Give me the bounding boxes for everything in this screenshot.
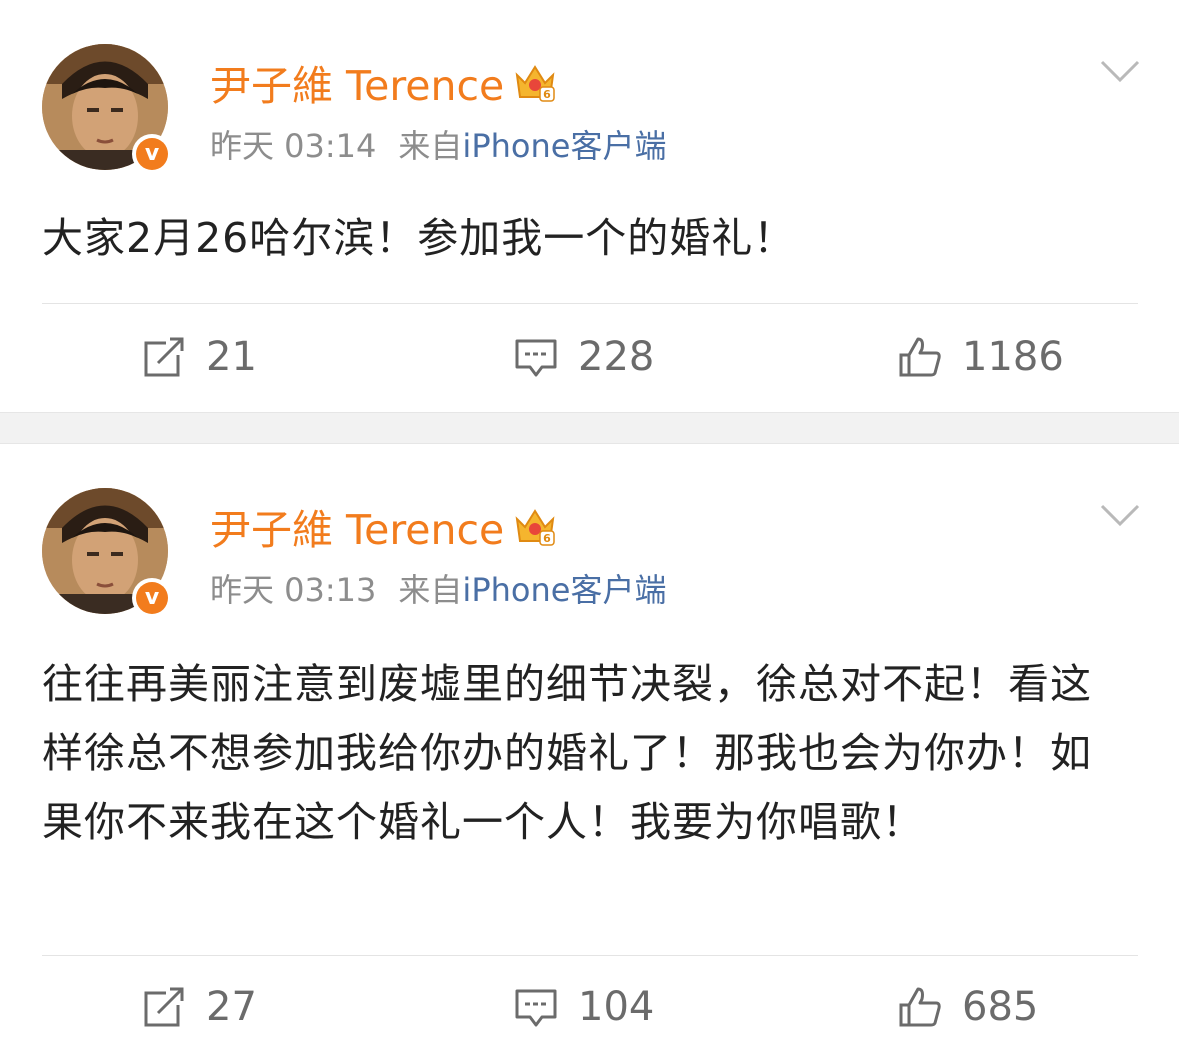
vip-crown-level-6-icon: 6: [515, 65, 556, 102]
avatar[interactable]: v: [42, 488, 172, 618]
comment-button[interactable]: 228: [514, 322, 654, 392]
source-link[interactable]: iPhone客户端: [462, 565, 666, 611]
svg-text:6: 6: [543, 532, 551, 545]
like-count: 1186: [962, 334, 1064, 380]
repost-button[interactable]: 27: [142, 972, 257, 1042]
post-time: 昨天 03:14: [210, 127, 377, 165]
author-row: 尹子維 Terence 6: [210, 496, 558, 556]
verified-badge: v: [132, 134, 172, 174]
post-meta: 昨天 03:14 来自 iPhone客户端: [210, 120, 666, 168]
post-content: 大家2月26哈尔滨！参加我一个的婚礼！: [42, 214, 796, 262]
repost-button[interactable]: 21: [142, 322, 257, 392]
weibo-feed: v 尹子維 Terence 6 昨天 03:14 来自 iPhone客户端 大家…: [0, 0, 1179, 1050]
author-row: 尹子維 Terence 6: [210, 52, 558, 112]
like-count: 685: [962, 984, 1039, 1030]
comment-bubble-icon: [515, 989, 557, 1027]
repost-share-icon: [144, 337, 184, 377]
comment-button[interactable]: 104: [514, 972, 654, 1042]
repost-count: 21: [206, 334, 257, 380]
post-card[interactable]: v 尹子維 Terence 6 昨天 03:13 来自 iPhone客户端 往往…: [0, 444, 1179, 1050]
avatar[interactable]: v: [42, 44, 172, 174]
feed-separator: [0, 412, 1179, 444]
repost-count: 27: [206, 984, 257, 1030]
svg-text:6: 6: [543, 88, 551, 101]
divider: [42, 955, 1138, 956]
from-label: 来自: [398, 127, 463, 165]
action-bar: 27 104 685: [0, 972, 1179, 1042]
from-label: 来自: [398, 571, 463, 609]
source-link[interactable]: iPhone客户端: [462, 121, 666, 167]
author-name[interactable]: 尹子維 Terence: [210, 52, 504, 112]
chevron-down-icon[interactable]: [1099, 56, 1141, 86]
like-button[interactable]: 1186: [898, 322, 1064, 392]
verified-v-badge-icon: v: [136, 138, 168, 170]
comment-bubble-icon: [515, 339, 557, 377]
like-button[interactable]: 685: [898, 972, 1038, 1042]
post-time: 昨天 03:13: [210, 571, 377, 609]
author-name[interactable]: 尹子維 Terence: [210, 496, 504, 556]
comment-count: 228: [578, 334, 655, 380]
post-meta: 昨天 03:13 来自 iPhone客户端: [210, 564, 666, 612]
vip-crown-level-6-icon: 6: [515, 509, 556, 546]
action-bar: 21 228 1186: [0, 322, 1179, 392]
post-card[interactable]: v 尹子維 Terence 6 昨天 03:14 来自 iPhone客户端 大家…: [0, 0, 1179, 412]
verified-badge: v: [132, 578, 172, 618]
verified-v-badge-icon: v: [136, 582, 168, 614]
repost-share-icon: [144, 987, 184, 1027]
thumbs-up-icon: [899, 337, 941, 377]
chevron-down-icon[interactable]: [1099, 500, 1141, 530]
comment-count: 104: [578, 984, 655, 1030]
post-content: 往往再美丽注意到废墟里的细节决裂，徐总对不起！看这样徐总不想参加我给你办的婚礼了…: [42, 660, 1092, 846]
divider: [42, 303, 1138, 304]
thumbs-up-icon: [899, 987, 941, 1027]
